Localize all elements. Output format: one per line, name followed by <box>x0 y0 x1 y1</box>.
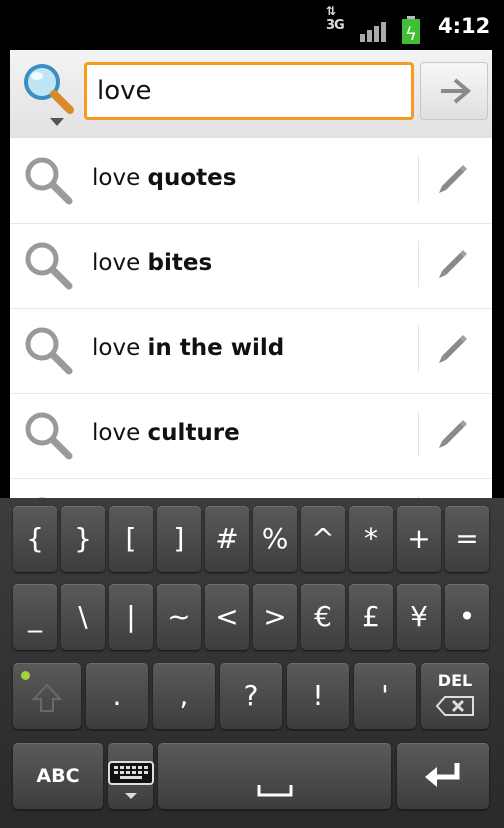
key-period[interactable]: . <box>86 663 148 729</box>
key-pound[interactable]: £ <box>349 584 393 650</box>
key-comma[interactable]: , <box>153 663 215 729</box>
data-activity-icon: ⇅ <box>326 4 336 18</box>
suggestion-text: love quotes <box>92 165 237 191</box>
key-plus[interactable]: + <box>397 506 441 572</box>
suggestion-text: love in the wild <box>92 335 285 361</box>
suggestion-row[interactable]: love in the wild <box>10 308 492 394</box>
search-icon <box>25 157 73 205</box>
signal-strength-icon <box>360 20 388 42</box>
divider <box>418 156 419 202</box>
key-apostrophe[interactable]: ' <box>354 663 416 729</box>
space-bar-icon <box>257 785 293 797</box>
suggestion-list: love quotes love bites love in the wild … <box>10 138 492 498</box>
space-key[interactable] <box>158 743 391 809</box>
edit-query-icon[interactable] <box>434 415 470 451</box>
delete-key[interactable]: DEL <box>421 663 489 729</box>
shift-indicator-light <box>21 671 30 680</box>
chevron-down-icon <box>125 793 137 799</box>
key-pipe[interactable]: | <box>109 584 153 650</box>
key-close-brace[interactable]: } <box>61 506 105 572</box>
network-type-label: 3G <box>326 18 345 33</box>
suggestion-text: love culture <box>92 420 240 446</box>
search-icon <box>25 327 73 375</box>
suggestion-text: love bites <box>92 250 213 276</box>
input-method-key[interactable] <box>108 743 154 809</box>
shift-key[interactable] <box>13 663 81 729</box>
key-percent[interactable]: % <box>253 506 297 572</box>
enter-arrow-icon <box>425 763 460 787</box>
key-asterisk[interactable]: * <box>349 506 393 572</box>
clock: 4:12 <box>438 14 491 38</box>
search-bar <box>10 50 492 139</box>
search-go-button[interactable] <box>420 62 488 120</box>
key-tilde[interactable]: ~ <box>157 584 201 650</box>
divider <box>418 326 419 372</box>
key-close-bracket[interactable]: ] <box>157 506 201 572</box>
network-indicator: ⇅ 3G <box>326 4 345 33</box>
battery-charging-icon: ϟ <box>402 16 420 45</box>
keyboard-icon <box>108 761 154 785</box>
edit-query-icon[interactable] <box>434 330 470 366</box>
chevron-down-icon <box>50 118 64 126</box>
key-caret[interactable]: ^ <box>301 506 345 572</box>
delete-key-label: DEL <box>437 671 473 690</box>
key-open-bracket[interactable]: [ <box>109 506 153 572</box>
screen: ⇅ 3G ϟ 4:12 love love quotes love bites … <box>0 0 504 828</box>
key-underscore[interactable]: _ <box>13 584 57 650</box>
key-question[interactable]: ? <box>220 663 282 729</box>
search-icon <box>25 242 73 290</box>
divider <box>418 411 419 457</box>
key-backslash[interactable]: \ <box>61 584 105 650</box>
suggestion-row-partial[interactable] <box>10 478 492 498</box>
edit-query-icon[interactable] <box>434 160 470 196</box>
edit-query-icon[interactable] <box>434 245 470 281</box>
key-bullet[interactable]: • <box>445 584 489 650</box>
suggestion-row[interactable]: love culture <box>10 393 492 479</box>
search-source-icon <box>24 64 74 114</box>
key-hash[interactable]: # <box>205 506 249 572</box>
symbol-keyboard: { } [ ] # % ^ * + = _ \ | ~ < > € £ ¥ • … <box>0 498 504 828</box>
key-yen[interactable]: ¥ <box>397 584 441 650</box>
status-bar: ⇅ 3G ϟ 4:12 <box>0 0 504 50</box>
shift-arrow-icon <box>32 683 62 712</box>
key-euro[interactable]: € <box>301 584 345 650</box>
key-open-brace[interactable]: { <box>13 506 57 572</box>
backspace-icon <box>435 696 474 716</box>
suggestion-row[interactable]: love bites <box>10 223 492 309</box>
search-input[interactable] <box>84 62 414 120</box>
key-greater-than[interactable]: > <box>253 584 297 650</box>
key-less-than[interactable]: < <box>205 584 249 650</box>
abc-mode-key[interactable]: ABC <box>13 743 103 809</box>
enter-key[interactable] <box>397 743 489 809</box>
key-exclamation[interactable]: ! <box>287 663 349 729</box>
divider <box>418 241 419 287</box>
suggestion-row[interactable]: love quotes <box>10 138 492 224</box>
search-icon <box>25 412 73 460</box>
search-source-selector[interactable] <box>20 60 84 132</box>
key-equals[interactable]: = <box>445 506 489 572</box>
arrow-right-icon <box>441 78 471 104</box>
